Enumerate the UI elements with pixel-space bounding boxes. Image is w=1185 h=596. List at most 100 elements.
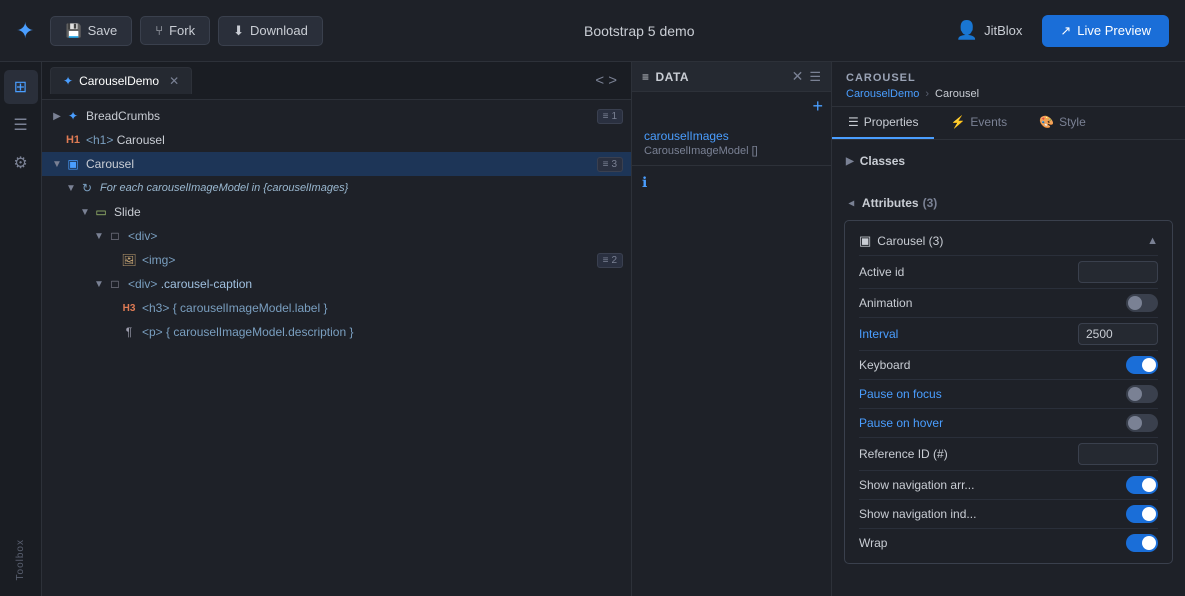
events-icon: ⚡ — [950, 115, 965, 129]
attr-label-interval[interactable]: Interval — [859, 327, 1078, 341]
fork-button[interactable]: ⑂ Fork — [140, 16, 210, 45]
tree-arrow: ▼ — [78, 207, 92, 218]
props-breadcrumb: CarouselDemo › Carousel — [846, 88, 1171, 100]
tree-item-label: <div> .carousel-caption — [128, 277, 252, 291]
breadcrumb-current: Carousel — [935, 88, 979, 100]
data-info-button[interactable]: ℹ — [642, 174, 647, 191]
h1-icon: H1 — [64, 131, 82, 149]
toggle-animation[interactable] — [1126, 294, 1158, 312]
tree-item-breadcrumbs[interactable]: ▶ ✦ BreadCrumbs ≡ 1 — [42, 104, 631, 128]
attr-input-interval[interactable] — [1078, 323, 1158, 345]
tab-events[interactable]: ⚡ Events — [934, 107, 1023, 139]
sidebar-btn-settings[interactable]: ⚙ — [4, 146, 38, 180]
data-panel-title: ≡ DATA — [642, 70, 792, 84]
tree-item-label: Slide — [114, 205, 141, 219]
toggle-wrap[interactable] — [1126, 534, 1158, 552]
tree-item-h3[interactable]: H3 <h3> { carouselImageModel.label } — [42, 296, 631, 320]
tree-badge: ≡ 1 — [597, 109, 623, 124]
icon-sidebar: ⊞ ☰ ⚙ Toolbox — [0, 62, 42, 596]
download-button[interactable]: ⬇ Download — [218, 16, 323, 46]
app-title: Bootstrap 5 demo — [331, 23, 948, 39]
data-panel: ≡ DATA ✕ ☰ + carouselImages CarouselImag… — [632, 62, 832, 596]
data-item-carouselimages[interactable]: carouselImages CarouselImageModel [] — [632, 121, 831, 166]
topbar: ✦ 💾 Save ⑂ Fork ⬇ Download Bootstrap 5 d… — [0, 0, 1185, 62]
attr-label: Show navigation ind... — [859, 507, 1126, 521]
toggle-pause-focus[interactable] — [1126, 385, 1158, 403]
toggle-nav-arrows[interactable] — [1126, 476, 1158, 494]
tree-arrow: ▶ — [50, 111, 64, 122]
tab-properties[interactable]: ☰ Properties — [832, 107, 934, 139]
carousel-attrs-group: ▣ Carousel (3) ▲ Active id Animation — [844, 220, 1173, 564]
download-icon: ⬇ — [233, 23, 244, 39]
attr-label: Animation — [859, 296, 1126, 310]
data-add-button[interactable]: + — [812, 96, 823, 117]
attr-row-animation: Animation — [859, 288, 1158, 317]
properties-icon: ☰ — [848, 115, 859, 129]
data-list-icon[interactable]: ☰ — [809, 69, 821, 85]
breadcrumb-separator: › — [925, 88, 929, 100]
div-icon: □ — [106, 227, 124, 245]
tree-arrow: ▼ — [64, 183, 78, 194]
lines-icon: ≡ — [642, 70, 650, 84]
p-icon: ¶ — [120, 323, 138, 341]
tree-tab-carouseldemo[interactable]: ✦ CarouselDemo ✕ — [50, 67, 192, 94]
props-title: CAROUSEL — [846, 72, 1171, 84]
toggle-keyboard[interactable] — [1126, 356, 1158, 374]
save-icon: 💾 — [65, 23, 81, 39]
attr-label: Keyboard — [859, 358, 1126, 372]
h3-icon: H3 — [120, 299, 138, 317]
slide-icon: ▭ — [92, 203, 110, 221]
tree-tab-close[interactable]: ✕ — [169, 74, 179, 88]
attr-input-active-id[interactable] — [1078, 261, 1158, 283]
app-logo: ✦ — [16, 18, 34, 44]
div-icon: □ — [106, 275, 124, 293]
tree-item-p[interactable]: ¶ <p> { carouselImageModel.description } — [42, 320, 631, 344]
tab-style[interactable]: 🎨 Style — [1023, 107, 1102, 139]
attr-row-reference-id: Reference ID (#) — [859, 437, 1158, 470]
tree-item-label: <div> — [128, 229, 157, 243]
external-link-icon: ↗ — [1060, 23, 1071, 39]
main-layout: ⊞ ☰ ⚙ Toolbox ✦ CarouselDemo ✕ < > ▶ ✦ B… — [0, 62, 1185, 596]
tree-arrow: ▼ — [92, 279, 106, 290]
attr-label-pause-hover[interactable]: Pause on hover — [859, 416, 1126, 430]
img-icon: 🖼 — [120, 251, 138, 269]
user-menu[interactable]: 👤 JitBlox — [956, 20, 1023, 41]
carousel-group-icon: ▣ — [859, 233, 871, 249]
data-panel-header: ≡ DATA ✕ ☰ — [632, 62, 831, 92]
live-preview-button[interactable]: ↗ Live Preview — [1042, 15, 1169, 47]
chevron-up-icon: ▲ — [1147, 235, 1158, 247]
chevron-down-icon: ▼ — [845, 198, 856, 208]
tree-item-h1[interactable]: H1 <h1> Carousel — [42, 128, 631, 152]
attributes-section-header[interactable]: ▼ Attributes (3) — [832, 190, 1185, 216]
attr-label-pause-focus[interactable]: Pause on focus — [859, 387, 1126, 401]
sidebar-btn-components[interactable]: ⊞ — [4, 70, 38, 104]
puzzle-icon: ✦ — [63, 74, 73, 88]
tree-item-label: Carousel — [86, 157, 134, 171]
attr-input-reference-id[interactable] — [1078, 443, 1158, 465]
sidebar-btn-layers[interactable]: ☰ — [4, 108, 38, 142]
toggle-nav-ind[interactable] — [1126, 505, 1158, 523]
toggle-pause-hover[interactable] — [1126, 414, 1158, 432]
attrs-group-header[interactable]: ▣ Carousel (3) ▲ — [859, 227, 1158, 255]
save-button[interactable]: 💾 Save — [50, 16, 132, 46]
attrs-count: (3) — [923, 196, 938, 210]
classes-section-header[interactable]: ▶ Classes — [832, 148, 1185, 174]
tree-item-label: <p> { carouselImageModel.description } — [142, 325, 354, 339]
attr-row-keyboard: Keyboard — [859, 350, 1158, 379]
properties-panel: CAROUSEL CarouselDemo › Carousel ☰ Prope… — [832, 62, 1185, 596]
tree-badge: ≡ 3 — [597, 157, 623, 172]
tree-item-div1[interactable]: ▼ □ <div> — [42, 224, 631, 248]
tree-item-slide[interactable]: ▼ ▭ Slide — [42, 200, 631, 224]
attr-label: Active id — [859, 265, 1078, 279]
breadcrumb-parent[interactable]: CarouselDemo — [846, 88, 919, 100]
tree-item-foreach[interactable]: ▼ ↻ For each carouselImageModel in {caro… — [42, 176, 631, 200]
tree-code-btn[interactable]: < > — [589, 69, 623, 92]
tree-item-carousel[interactable]: ▼ ▣ Carousel ≡ 3 — [42, 152, 631, 176]
tree-item-label: BreadCrumbs — [86, 109, 160, 123]
tree-item-img[interactable]: 🖼 <img> ≡ 2 — [42, 248, 631, 272]
attr-row-pause-hover: Pause on hover — [859, 408, 1158, 437]
tree-item-div-caption[interactable]: ▼ □ <div> .carousel-caption — [42, 272, 631, 296]
fork-icon: ⑂ — [155, 23, 163, 38]
data-panel-close[interactable]: ✕ — [792, 68, 804, 85]
attr-row-pause-focus: Pause on focus — [859, 379, 1158, 408]
